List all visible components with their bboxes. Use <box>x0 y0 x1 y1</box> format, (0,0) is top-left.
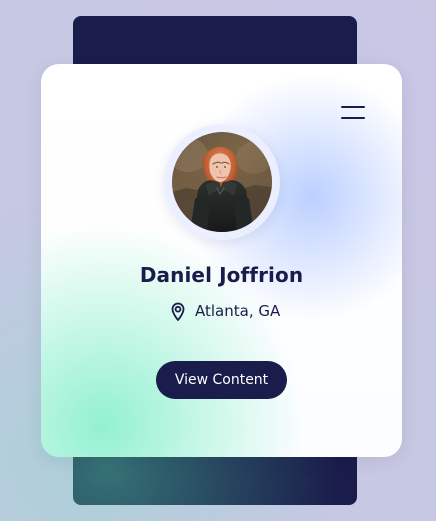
location-row: Atlanta, GA <box>168 300 280 322</box>
view-content-button[interactable]: View Content <box>156 361 287 399</box>
avatar-ring <box>164 124 280 240</box>
map-pin-icon <box>168 300 188 322</box>
menu-button[interactable] <box>341 104 365 120</box>
avatar <box>172 132 272 232</box>
menu-line-bottom <box>341 117 365 119</box>
menu-line-top <box>341 106 365 108</box>
profile-card: Daniel Joffrion Atlanta, GA View Content <box>41 64 402 457</box>
profile-name: Daniel Joffrion <box>139 263 304 287</box>
profile-photo <box>172 132 272 232</box>
location-text: Atlanta, GA <box>195 301 281 320</box>
